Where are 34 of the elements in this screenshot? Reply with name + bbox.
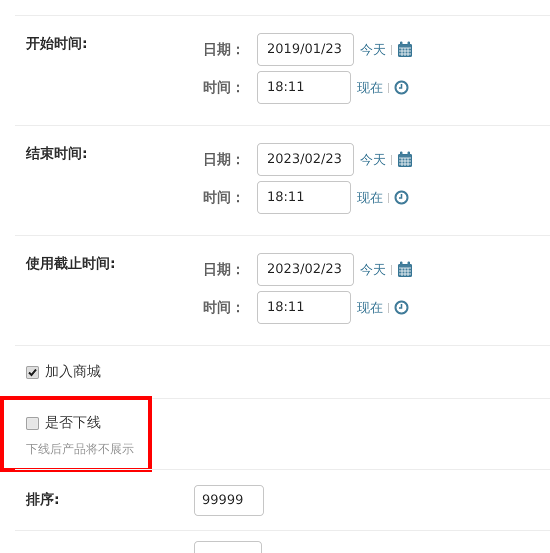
calendar-icon[interactable] (397, 151, 413, 168)
clock-icon[interactable] (394, 190, 409, 205)
date-input[interactable]: 2023/02/23 (257, 143, 354, 176)
field-label: 使用截止时间: (26, 255, 117, 274)
now-link[interactable]: 现在 (357, 188, 383, 206)
today-link[interactable]: 今天 (360, 150, 386, 168)
date-input[interactable]: 2023/02/23 (257, 253, 354, 286)
checkbox[interactable] (26, 416, 39, 430)
date-label: 日期： (203, 260, 246, 278)
time-label: 时间： (203, 298, 246, 316)
checkbox-label: 是否下线 (45, 414, 101, 432)
today-link[interactable]: 今天 (360, 40, 386, 58)
today-link[interactable]: 今天 (360, 260, 386, 278)
checkbox[interactable] (26, 366, 39, 378)
checkbox-label: 加入商城 (45, 363, 101, 381)
sort-input[interactable]: 99999 (194, 484, 264, 516)
field-label: 排序: (26, 491, 61, 509)
calendar-icon[interactable] (397, 261, 413, 278)
time-label: 时间： (203, 78, 246, 96)
date-label: 日期： (203, 40, 246, 58)
now-link[interactable]: 现在 (357, 298, 383, 316)
clock-icon[interactable] (394, 80, 409, 95)
time-input[interactable]: 18:11 (257, 291, 351, 324)
field-label: 结束时间: (26, 145, 89, 164)
time-input[interactable]: 18:11 (257, 181, 351, 214)
time-label: 时间： (203, 188, 246, 206)
help-text: 下线后产品将不展示 (26, 441, 135, 458)
clock-icon[interactable] (394, 300, 409, 315)
time-input[interactable]: 18:11 (257, 71, 351, 104)
calendar-icon[interactable] (397, 41, 413, 58)
field-label: 开始时间: (26, 35, 89, 54)
date-input[interactable]: 2019/01/23 (257, 33, 354, 66)
now-link[interactable]: 现在 (357, 78, 383, 96)
date-label: 日期： (203, 150, 246, 168)
